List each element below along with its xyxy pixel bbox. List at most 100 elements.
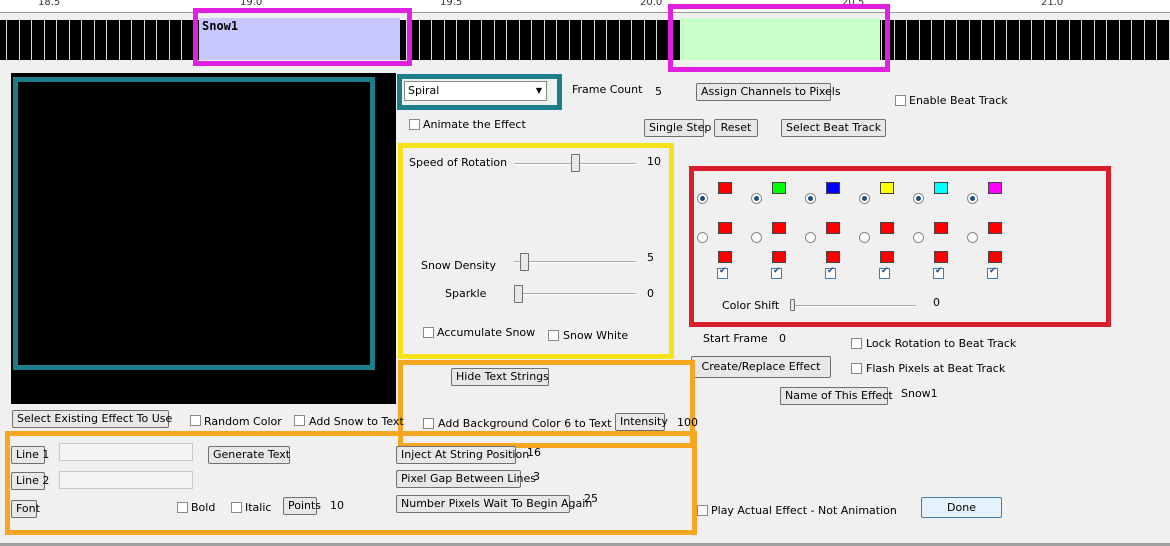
- palette-swatch[interactable]: [826, 182, 840, 194]
- play-actual-effect-checkbox[interactable]: [697, 505, 708, 516]
- random-color-checkbox[interactable]: [190, 415, 201, 426]
- bold-checkbox[interactable]: [177, 502, 188, 513]
- palette-swatch[interactable]: [772, 182, 786, 194]
- sparkle-slider-thumb[interactable]: [514, 285, 523, 303]
- palette-swatch[interactable]: [988, 182, 1002, 194]
- timeline-tick: [894, 20, 895, 60]
- palette-swatch[interactable]: [718, 222, 732, 234]
- number-pixels-wait-value: 25: [584, 492, 598, 505]
- palette-swatch[interactable]: [880, 222, 894, 234]
- enable-beat-track-checkbox[interactable]: [895, 95, 906, 106]
- line2-button[interactable]: Line 2: [11, 472, 49, 490]
- palette-swatch[interactable]: [880, 182, 894, 194]
- timeline-track[interactable]: [0, 20, 1170, 60]
- color-shift-value: 0: [933, 296, 940, 309]
- create-replace-effect-button[interactable]: Create/Replace Effect: [691, 356, 831, 378]
- palette-radio[interactable]: [697, 232, 708, 243]
- palette-swatch[interactable]: [988, 222, 1002, 234]
- done-button[interactable]: Done: [921, 497, 1002, 518]
- palette-radio-selected[interactable]: [859, 193, 870, 204]
- snow-density-slider-thumb[interactable]: [520, 253, 529, 271]
- palette-swatch[interactable]: [826, 222, 840, 234]
- frame-count-value: 5: [655, 85, 662, 98]
- timeline-tick: [556, 20, 557, 60]
- timeline-tick: [156, 20, 157, 60]
- palette-checkbox[interactable]: [771, 266, 782, 279]
- accumulate-snow-checkbox[interactable]: [423, 327, 434, 338]
- snow-density-slider-track[interactable]: [514, 261, 636, 263]
- assign-channels-button[interactable]: Assign Channels to Pixels: [696, 83, 841, 101]
- number-pixels-wait-button[interactable]: Number Pixels Wait To Begin Again: [396, 495, 592, 513]
- font-button[interactable]: Font: [11, 500, 40, 518]
- palette-swatch[interactable]: [718, 251, 732, 263]
- palette-swatch[interactable]: [880, 251, 894, 263]
- select-beat-track-button[interactable]: Select Beat Track: [781, 119, 886, 137]
- timeline-tick: [1081, 20, 1082, 60]
- line2-input[interactable]: [59, 471, 193, 489]
- inject-at-string-value: 16: [527, 446, 541, 459]
- palette-radio[interactable]: [913, 232, 924, 243]
- speed-of-rotation-slider-thumb[interactable]: [571, 154, 580, 172]
- palette-radio-selected[interactable]: [967, 193, 978, 204]
- palette-radio[interactable]: [805, 232, 816, 243]
- timeline-tick: [81, 20, 82, 60]
- intensity-button[interactable]: Intensity: [615, 413, 668, 431]
- palette-radio[interactable]: [859, 232, 870, 243]
- name-of-effect-button[interactable]: Name of This Effect: [780, 387, 893, 405]
- effect-type-value: Spiral: [408, 84, 440, 97]
- palette-swatch[interactable]: [718, 182, 732, 194]
- palette-swatch[interactable]: [934, 222, 948, 234]
- add-snow-to-text-checkbox[interactable]: [294, 415, 305, 426]
- palette-swatch[interactable]: [988, 251, 1002, 263]
- generate-text-button[interactable]: Generate Text: [208, 446, 290, 464]
- reset-button[interactable]: Reset: [714, 119, 758, 137]
- palette-radio-selected[interactable]: [805, 193, 816, 204]
- timeline-tick: [544, 20, 545, 60]
- preview-canvas[interactable]: [11, 73, 396, 404]
- add-background-color-checkbox[interactable]: [423, 418, 434, 429]
- palette-radio-selected[interactable]: [697, 193, 708, 204]
- effect-type-select[interactable]: Spiral ▼: [404, 81, 547, 101]
- effect-clip-snow1[interactable]: Snow1: [199, 18, 400, 60]
- single-step-button[interactable]: Single Step: [644, 119, 711, 137]
- palette-checkbox[interactable]: [717, 266, 728, 279]
- line1-button[interactable]: Line 1: [11, 446, 49, 464]
- palette-radio[interactable]: [751, 232, 762, 243]
- palette-swatch[interactable]: [934, 182, 948, 194]
- color-shift-slider-thumb[interactable]: [790, 299, 795, 311]
- palette-checkbox[interactable]: [825, 266, 836, 279]
- palette-radio-selected[interactable]: [913, 193, 924, 204]
- effect-name-value: Snow1: [901, 387, 938, 400]
- palette-swatch[interactable]: [826, 251, 840, 263]
- add-background-color-label: Add Background Color 6 to Text: [438, 417, 612, 430]
- palette-radio[interactable]: [967, 232, 978, 243]
- palette-radio-selected[interactable]: [751, 193, 762, 204]
- select-existing-effect-button[interactable]: Select Existing Effect To Use: [12, 410, 172, 428]
- sparkle-slider-track[interactable]: [514, 293, 636, 295]
- palette-checkbox[interactable]: [987, 266, 998, 279]
- snow-white-checkbox[interactable]: [548, 330, 559, 341]
- timeline-ruler: 18.5 19.0 19.5 20.0 20.5 21.0: [0, 0, 1170, 13]
- timeline-tick: [619, 20, 620, 60]
- color-shift-slider-track[interactable]: [792, 305, 916, 307]
- points-button[interactable]: Points: [283, 497, 321, 515]
- pixel-gap-button[interactable]: Pixel Gap Between Lines: [396, 470, 536, 488]
- palette-checkbox[interactable]: [933, 266, 944, 279]
- palette-swatch[interactable]: [772, 251, 786, 263]
- palette-swatch[interactable]: [934, 251, 948, 263]
- timeline-tick: [569, 20, 570, 60]
- timeline-tick: [44, 20, 45, 60]
- palette-swatch[interactable]: [772, 222, 786, 234]
- flash-pixels-checkbox[interactable]: [851, 363, 862, 374]
- effect-clip-green[interactable]: [680, 18, 880, 60]
- timeline-tick: [481, 20, 482, 60]
- animate-effect-checkbox[interactable]: [409, 119, 420, 130]
- timeline-tick: [469, 20, 470, 60]
- palette-checkbox[interactable]: [879, 266, 890, 279]
- chevron-down-icon: ▼: [535, 86, 542, 95]
- lock-rotation-checkbox[interactable]: [851, 338, 862, 349]
- inject-at-string-button[interactable]: Inject At String Position: [396, 446, 529, 464]
- italic-checkbox[interactable]: [231, 502, 242, 513]
- line1-input[interactable]: [59, 443, 193, 461]
- hide-text-strings-button[interactable]: Hide Text Strings: [451, 368, 549, 386]
